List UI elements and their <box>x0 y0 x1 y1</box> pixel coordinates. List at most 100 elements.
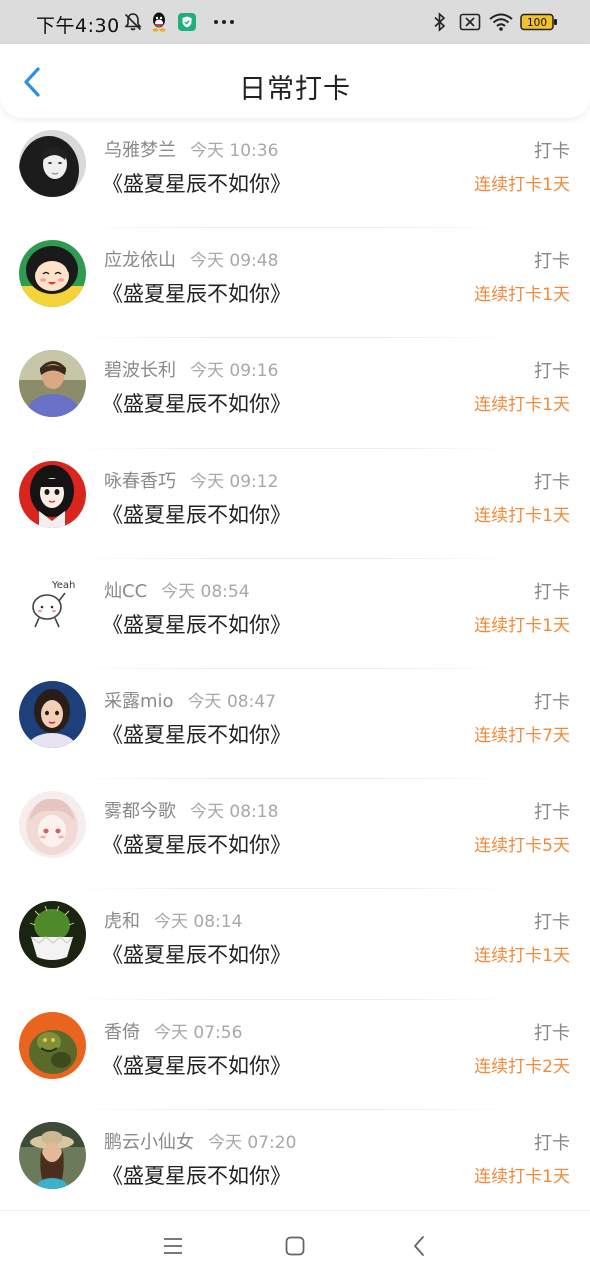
streak-label: 连续打卡1天 <box>474 395 570 416</box>
list-item[interactable]: 乌雅梦兰 今天 10:36 《盛夏星辰不如你》 打卡 连续打卡1天 <box>0 118 590 229</box>
home-button[interactable] <box>280 1231 310 1261</box>
system-nav-bar <box>0 1210 590 1280</box>
book-title: 《盛夏星辰不如你》 <box>102 172 291 196</box>
checkin-time: 今天 08:47 <box>187 691 276 712</box>
more-dots-icon <box>212 11 236 33</box>
no-sim-icon <box>458 11 482 33</box>
user-meta: 虎和 今天 08:14 <box>104 907 242 933</box>
battery-icon: 100 <box>520 11 558 33</box>
checkin-action: 打卡 <box>534 471 570 493</box>
user-meta: 鹏云小仙女 今天 07:20 <box>104 1128 296 1154</box>
list-item[interactable]: Yeah 灿CC 今天 08:54 《盛夏星辰不如你》 打卡 连续打卡1天 <box>0 559 590 669</box>
shield-app-icon <box>176 11 198 33</box>
checkin-action: 打卡 <box>534 691 570 713</box>
user-name: 应龙依山 <box>104 250 176 272</box>
streak-label: 连续打卡2天 <box>474 1056 570 1077</box>
user-name: 咏春香巧 <box>104 470 176 492</box>
book-title: 《盛夏星辰不如你》 <box>102 943 291 968</box>
streak-label: 连续打卡1天 <box>474 505 570 526</box>
list-item[interactable]: 雾都今歌 今天 08:18 《盛夏星辰不如你》 打卡 连续打卡5天 <box>0 779 590 890</box>
back-nav-button[interactable] <box>404 1231 434 1261</box>
checkin-time: 今天 10:36 <box>190 141 279 161</box>
list-item[interactable]: 应龙依山 今天 09:48 《盛夏星辰不如你》 打卡 连续打卡1天 <box>0 228 590 339</box>
checkin-action: 打卡 <box>534 802 570 824</box>
status-time: 下午4:30 <box>36 15 120 37</box>
user-name: 乌雅梦兰 <box>104 140 176 161</box>
user-name: 鹏云小仙女 <box>104 1131 194 1153</box>
list-item[interactable]: 采露mio 今天 08:47 《盛夏星辰不如你》 打卡 连续打卡7天 <box>0 669 590 780</box>
checkin-action: 打卡 <box>534 251 570 273</box>
checkin-action: 打卡 <box>534 141 570 162</box>
checkin-action: 打卡 <box>534 1022 570 1044</box>
avatar-badge-text: Yeah <box>51 580 75 591</box>
book-title: 《盛夏星辰不如你》 <box>102 833 291 858</box>
wifi-icon <box>488 11 514 33</box>
battery-level: 100 <box>527 17 547 29</box>
list-item[interactable]: 鹏云小仙女 今天 07:20 《盛夏星辰不如你》 打卡 连续打卡1天 <box>0 1110 590 1220</box>
book-title: 《盛夏星辰不如你》 <box>102 392 291 417</box>
avatar[interactable] <box>19 680 86 748</box>
bluetooth-icon <box>430 11 450 33</box>
avatar[interactable] <box>19 130 86 197</box>
streak-label: 连续打卡5天 <box>474 836 570 857</box>
list-item[interactable]: 碧波长利 今天 09:16 《盛夏星辰不如你》 打卡 连续打卡1天 <box>0 338 590 449</box>
list-item[interactable]: 咏春香巧 今天 09:12 《盛夏星辰不如你》 打卡 连续打卡1天 <box>0 449 590 559</box>
user-name: 碧波长利 <box>104 360 176 382</box>
streak-label: 连续打卡1天 <box>474 285 570 306</box>
back-arrow-icon <box>414 1236 424 1256</box>
checkin-time: 今天 09:12 <box>190 471 279 492</box>
book-title: 《盛夏星辰不如你》 <box>102 722 291 747</box>
avatar[interactable] <box>19 350 86 418</box>
user-name: 采露mio <box>104 690 174 712</box>
list-item[interactable]: 虎和 今天 08:14 《盛夏星辰不如你》 打卡 连续打卡1天 <box>0 889 590 1000</box>
checkin-time: 今天 08:54 <box>161 581 250 602</box>
checkin-time: 今天 08:18 <box>190 802 279 823</box>
avatar[interactable] <box>19 1011 86 1079</box>
streak-label: 连续打卡7天 <box>474 725 570 746</box>
checkin-time: 今天 09:48 <box>190 251 279 272</box>
streak-label: 连续打卡1天 <box>474 946 570 967</box>
avatar[interactable] <box>19 1121 86 1189</box>
user-meta: 香倚 今天 07:56 <box>104 1018 242 1044</box>
menu-button[interactable] <box>158 1231 188 1261</box>
bell-muted-icon <box>122 11 144 33</box>
user-meta: 咏春香巧 今天 09:12 <box>104 467 278 493</box>
avatar[interactable] <box>19 791 86 859</box>
streak-label: 连续打卡1天 <box>474 615 570 636</box>
user-meta: 碧波长利 今天 09:16 <box>104 356 278 382</box>
user-meta: 应龙依山 今天 09:48 <box>104 246 278 272</box>
user-meta: 灿CC 今天 08:54 <box>104 577 250 603</box>
menu-icon <box>164 1238 182 1254</box>
user-meta: 雾都今歌 今天 08:18 <box>104 797 278 823</box>
list-item[interactable]: 香倚 今天 07:56 《盛夏星辰不如你》 打卡 连续打卡2天 <box>0 1000 590 1110</box>
checkin-time: 今天 09:16 <box>190 361 279 382</box>
checkin-time: 今天 07:20 <box>208 1132 297 1153</box>
home-square-icon <box>285 1236 305 1256</box>
avatar[interactable] <box>19 901 86 969</box>
book-title: 《盛夏星辰不如你》 <box>102 1163 291 1188</box>
checkin-action: 打卡 <box>534 1132 570 1154</box>
checkin-time: 今天 07:56 <box>154 1022 243 1043</box>
checkin-action: 打卡 <box>534 912 570 934</box>
book-title: 《盛夏星辰不如你》 <box>102 1053 291 1078</box>
avatar[interactable]: Yeah <box>19 570 86 638</box>
user-name: 雾都今歌 <box>104 801 176 823</box>
status-bar: 下午4:30 100 <box>0 0 590 44</box>
checkin-action: 打卡 <box>534 361 570 383</box>
user-name: 香倚 <box>104 1021 140 1043</box>
user-meta: 采露mio 今天 08:47 <box>104 687 276 713</box>
checkin-list: 乌雅梦兰 今天 10:36 《盛夏星辰不如你》 打卡 连续打卡1天 应龙依山 今… <box>0 118 590 1220</box>
page-title: 日常打卡 <box>239 74 351 105</box>
streak-label: 连续打卡1天 <box>474 1166 570 1187</box>
qq-icon <box>148 11 170 33</box>
checkin-action: 打卡 <box>534 581 570 603</box>
avatar[interactable] <box>19 460 86 528</box>
avatar[interactable] <box>19 240 86 308</box>
book-title: 《盛夏星辰不如你》 <box>102 612 291 637</box>
streak-label: 连续打卡1天 <box>474 175 570 195</box>
book-title: 《盛夏星辰不如你》 <box>102 502 291 527</box>
user-name: 灿CC <box>104 580 148 602</box>
header: 日常打卡 <box>0 44 590 118</box>
book-title: 《盛夏星辰不如你》 <box>102 282 291 307</box>
user-name: 虎和 <box>104 911 140 933</box>
